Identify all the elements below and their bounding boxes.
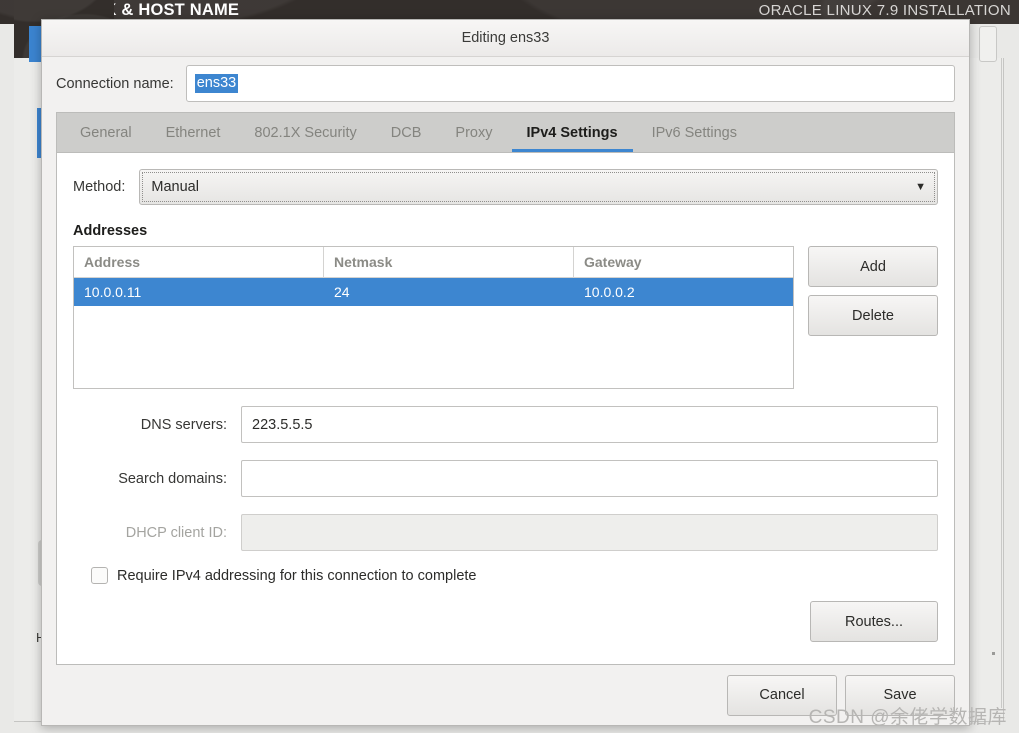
table-row[interactable]: 10.0.0.11 24 10.0.0.2	[74, 278, 793, 306]
tab-ipv6-settings[interactable]: IPv6 Settings	[635, 113, 754, 152]
search-domains-label: Search domains:	[118, 470, 227, 487]
dialog-footer: Cancel Save	[42, 665, 969, 725]
addresses-area: Address Netmask Gateway 10.0.0.11 24 10.…	[73, 246, 938, 389]
cell-address: 10.0.0.11	[84, 284, 142, 300]
column-header-gateway: Gateway	[584, 254, 642, 270]
require-ipv4-checkbox[interactable]	[91, 567, 108, 584]
column-header-netmask: Netmask	[324, 247, 574, 277]
tab-ipv4-settings[interactable]: IPv4 Settings	[510, 113, 635, 152]
tab-proxy[interactable]: Proxy	[438, 113, 509, 152]
tab-general[interactable]: General	[63, 113, 149, 152]
addresses-table[interactable]: Address Netmask Gateway 10.0.0.11 24 10.…	[73, 246, 794, 389]
edit-connection-dialog: Editing ens33 Connection name: ens33 Gen…	[41, 19, 970, 726]
dhcp-client-id-row: DHCP client ID:	[73, 514, 938, 551]
chevron-down-icon: ▼	[915, 181, 926, 193]
cancel-button[interactable]: Cancel	[727, 674, 837, 716]
connection-name-input[interactable]: ens33	[185, 65, 955, 102]
dialog-titlebar: Editing ens33	[42, 20, 969, 57]
tab-dcb[interactable]: DCB	[374, 113, 439, 152]
installer-right-marker	[992, 652, 995, 655]
add-button[interactable]: Add	[808, 246, 938, 287]
addresses-table-empty-space	[74, 306, 793, 388]
tab-8021x-security[interactable]: 802.1X Security	[237, 113, 373, 152]
dns-servers-label: DNS servers:	[140, 416, 227, 433]
installation-step-label: ORACLE LINUX 7.9 INSTALLATION	[758, 2, 1011, 19]
ipv4-settings-panel: Method: Manual ▼ Addresses Address Netma…	[56, 152, 955, 665]
dialog-body: Connection name: ens33 General Ethernet …	[42, 57, 969, 665]
method-row: Method: Manual ▼	[73, 169, 938, 205]
search-domains-row: Search domains:	[73, 460, 938, 497]
cell-netmask: 24	[334, 284, 350, 300]
method-dropdown[interactable]: Manual ▼	[139, 169, 938, 205]
connection-name-label: Connection name:	[56, 75, 174, 92]
connection-name-value: ens33	[194, 74, 239, 93]
addresses-section-title: Addresses	[73, 223, 148, 239]
installer-scroll-button[interactable]	[979, 26, 997, 62]
dhcp-client-id-label: DHCP client ID:	[125, 524, 227, 541]
save-button[interactable]: Save	[845, 674, 955, 716]
method-value: Manual	[151, 179, 199, 195]
dialog-title: Editing ens33	[461, 30, 550, 46]
addresses-table-header: Address Netmask Gateway	[74, 247, 793, 278]
routes-row: Routes...	[73, 601, 938, 642]
addresses-button-group: Add Delete	[808, 246, 938, 389]
connection-name-row: Connection name: ens33	[56, 64, 955, 103]
dns-servers-input[interactable]: 223.5.5.5	[241, 406, 938, 443]
tab-ethernet[interactable]: Ethernet	[149, 113, 238, 152]
dhcp-client-id-input	[241, 514, 938, 551]
cell-gateway: 10.0.0.2	[584, 284, 635, 300]
routes-button[interactable]: Routes...	[810, 601, 938, 642]
settings-tabstrip: General Ethernet 802.1X Security DCB Pro…	[56, 112, 955, 152]
search-domains-input[interactable]	[241, 460, 938, 497]
delete-button[interactable]: Delete	[808, 295, 938, 336]
installer-right-divider	[1001, 58, 1002, 708]
dns-servers-row: DNS servers: 223.5.5.5	[73, 406, 938, 443]
method-label: Method:	[73, 179, 126, 195]
require-ipv4-label: Require IPv4 addressing for this connect…	[117, 567, 477, 584]
column-header-address: Address	[74, 247, 324, 277]
require-ipv4-row[interactable]: Require IPv4 addressing for this connect…	[73, 567, 938, 584]
